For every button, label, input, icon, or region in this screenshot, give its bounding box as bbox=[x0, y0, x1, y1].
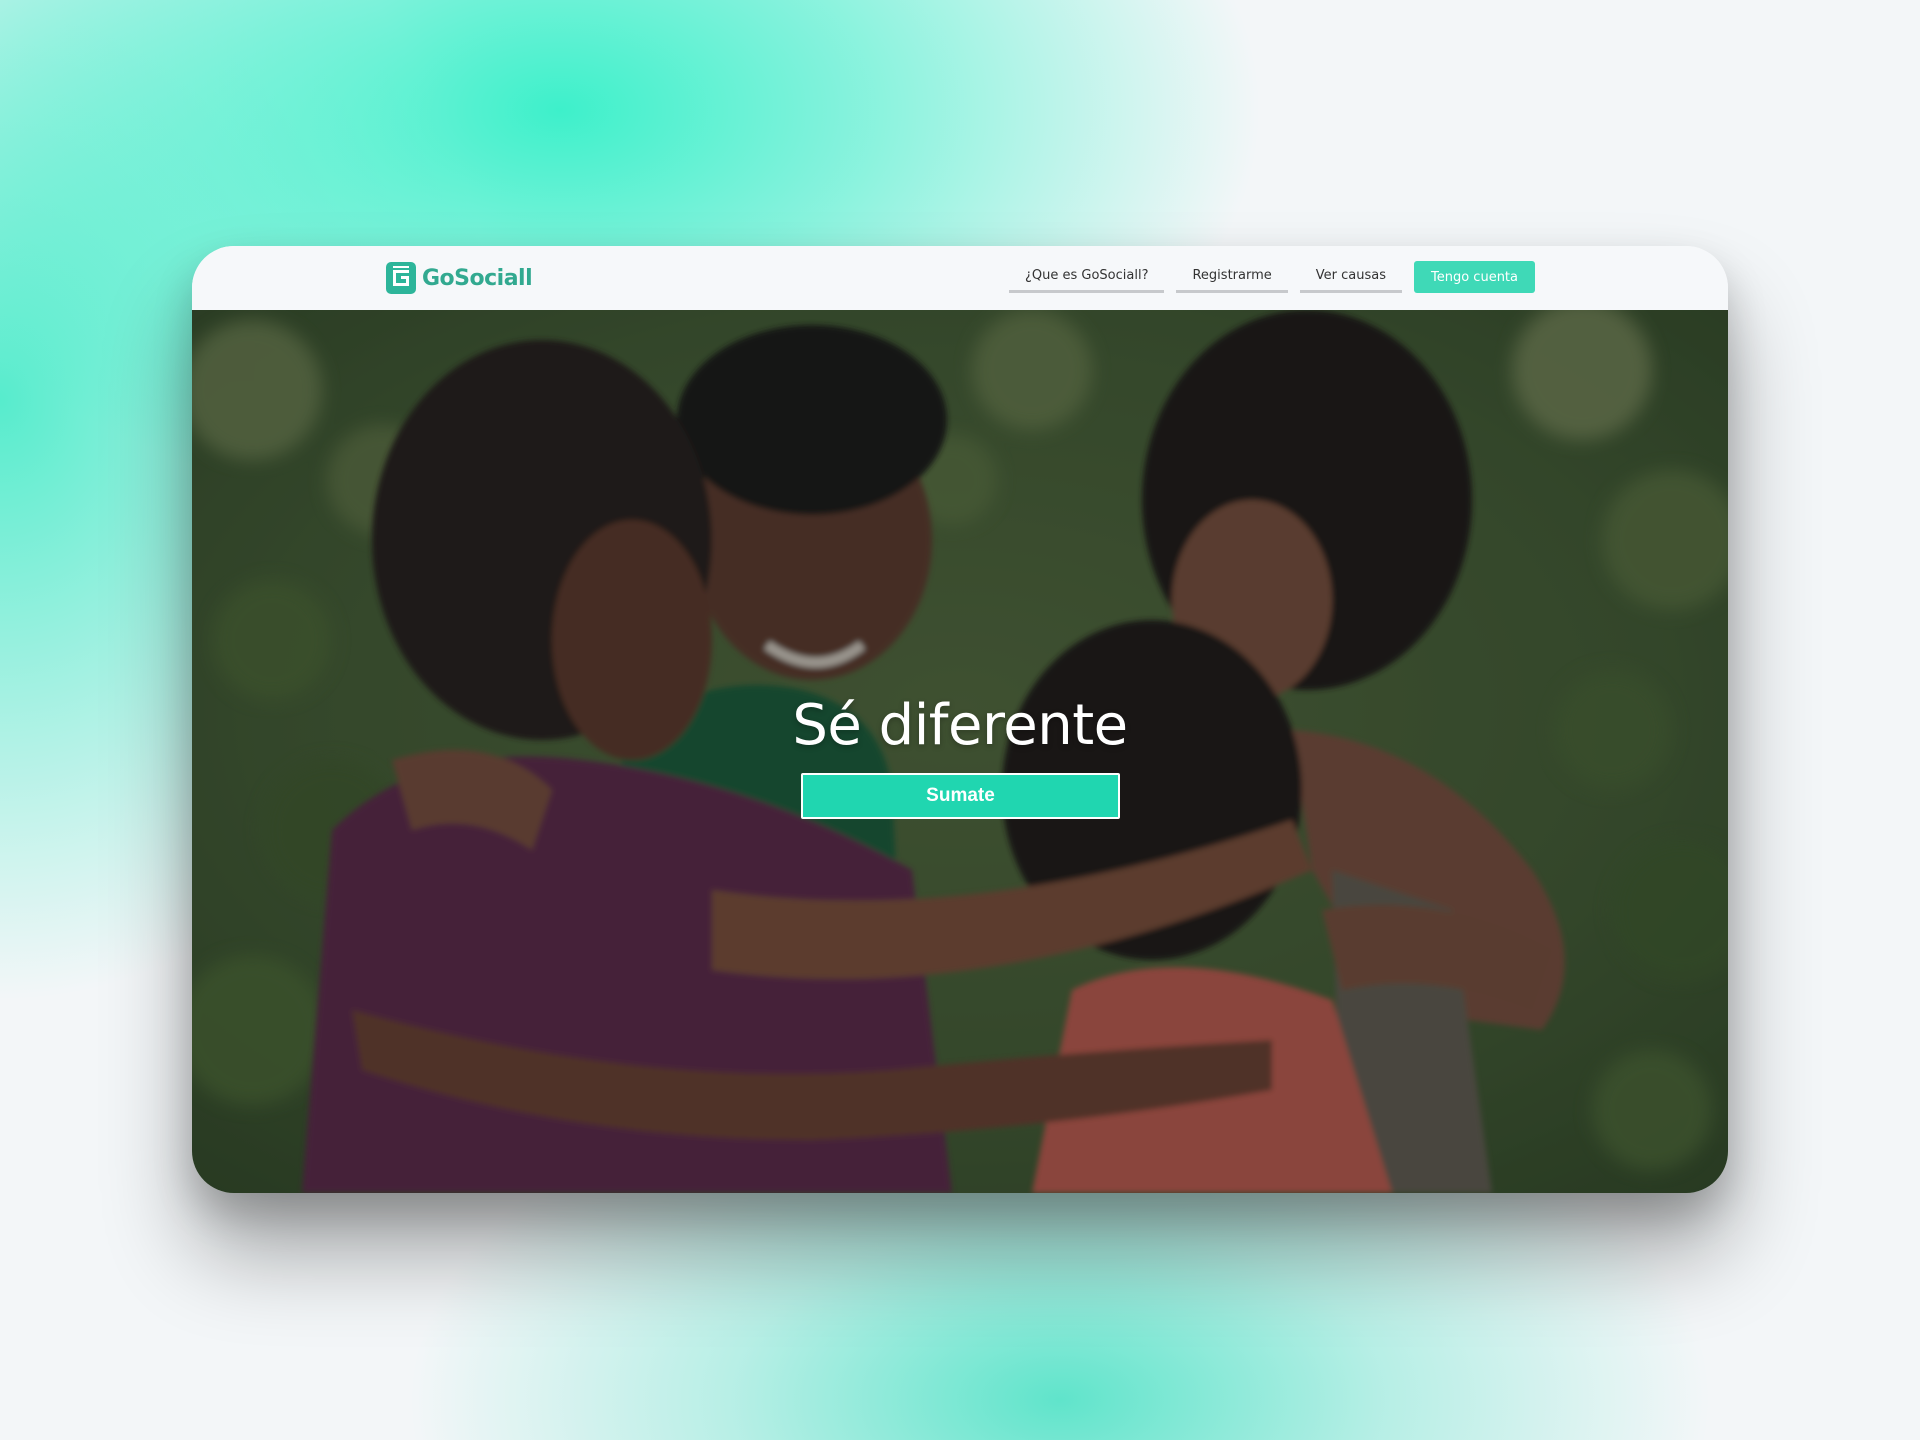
logo-icon bbox=[386, 262, 416, 294]
logo[interactable]: GoSociall bbox=[386, 262, 533, 294]
hero-section: Sé diferente Sumate bbox=[192, 310, 1728, 1193]
browser-window: GoSociall ¿Que es GoSociall? Registrarme… bbox=[192, 246, 1728, 1193]
nav-link-register[interactable]: Registrarme bbox=[1176, 261, 1288, 293]
logo-text: GoSociall bbox=[422, 265, 533, 291]
nav-links: ¿Que es GoSociall? Registrarme Ver causa… bbox=[1008, 261, 1535, 293]
hero-headline: Sé diferente bbox=[792, 693, 1128, 758]
hero-content: Sé diferente Sumate bbox=[192, 310, 1728, 1193]
nav-link-what-is[interactable]: ¿Que es GoSociall? bbox=[1008, 261, 1165, 293]
nav-link-causes[interactable]: Ver causas bbox=[1299, 261, 1402, 293]
join-button[interactable]: Sumate bbox=[801, 773, 1120, 819]
login-button[interactable]: Tengo cuenta bbox=[1414, 261, 1535, 293]
top-navbar: GoSociall ¿Que es GoSociall? Registrarme… bbox=[192, 246, 1728, 310]
